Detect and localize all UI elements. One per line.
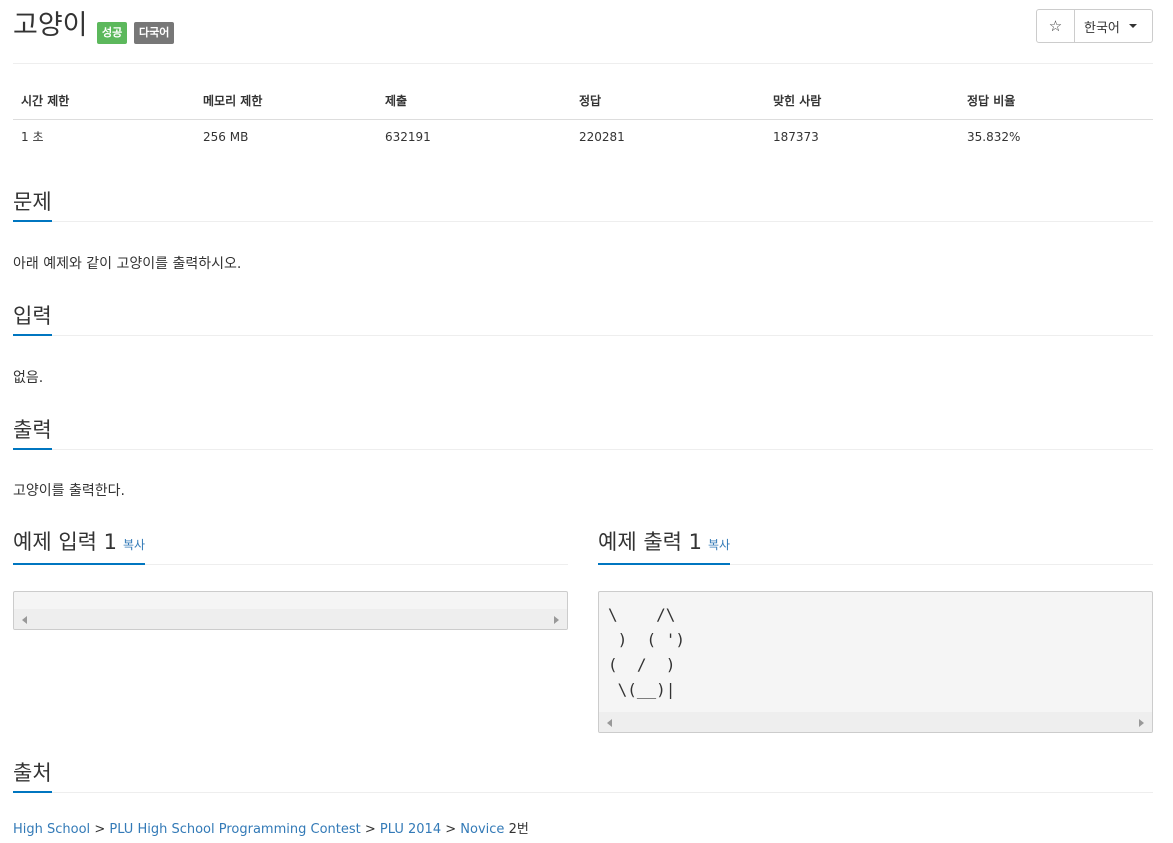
problem-header: 고양이 성공 다국어 ☆ 한국어 <box>13 0 1153 64</box>
description-headline: 문제 <box>13 184 1153 222</box>
sample-input-headline: 예제 입력 1 복사 <box>13 527 568 565</box>
accepted-value: 220281 <box>579 129 625 144</box>
scroll-right-icon[interactable] <box>554 616 559 624</box>
accept-ratio-value: 35.832% <box>967 129 1021 144</box>
sample-input-heading: 예제 입력 1 복사 <box>13 524 146 565</box>
input-text: 없음. <box>13 370 44 386</box>
copy-output-button[interactable]: 복사 <box>708 538 730 552</box>
input-heading: 입력 <box>13 298 52 336</box>
sample-input-scrollbar[interactable] <box>14 609 567 629</box>
output-headline: 출력 <box>13 412 1153 450</box>
output-heading: 출력 <box>13 412 52 450</box>
copy-input-button[interactable]: 복사 <box>123 538 145 552</box>
problem-info-table: 시간 제한 메모리 제한 제출 정답 맞힌 사람 정답 비율 1 초 256 M… <box>13 82 1153 154</box>
description-heading: 문제 <box>13 184 52 222</box>
sample-output-title: 예제 출력 1 <box>598 530 702 554</box>
solvers-value: 187373 <box>773 129 819 144</box>
output-text: 고양이를 출력한다. <box>13 483 125 499</box>
memory-limit-value: 256 MB <box>203 129 249 144</box>
scroll-right-icon[interactable] <box>1139 719 1144 727</box>
problem-page: 고양이 성공 다국어 ☆ 한국어 시간 제한 메모리 제한 제출 정답 맞힌 사… <box>13 0 1153 837</box>
source-headline: 출처 <box>13 755 1153 793</box>
header-accept-ratio: 정답 비율 <box>959 82 1153 120</box>
scroll-left-icon[interactable] <box>607 719 612 727</box>
scroll-left-icon[interactable] <box>22 616 27 624</box>
breadcrumb-separator: > <box>364 822 376 837</box>
time-limit-value: 1 초 <box>21 130 44 145</box>
source-problem-number: 2번 <box>508 822 529 837</box>
caret-down-icon <box>1128 24 1137 28</box>
sample-input-content <box>14 592 567 607</box>
success-badge: 성공 <box>97 22 128 44</box>
language-label: 한국어 <box>1084 20 1120 36</box>
sample-output-headline: 예제 출력 1 복사 <box>598 527 1153 565</box>
sample-output-box[interactable]: \ /\ ) ( ') ( / ) \(__)| <box>598 591 1153 733</box>
sample-input-title: 예제 입력 1 <box>13 530 117 554</box>
breadcrumb-separator: > <box>94 822 106 837</box>
source-link-contest[interactable]: PLU High School Programming Contest <box>109 822 360 837</box>
star-icon: ☆ <box>1048 17 1063 35</box>
source-link-division[interactable]: Novice <box>460 822 504 837</box>
info-header-row: 시간 제한 메모리 제한 제출 정답 맞힌 사람 정답 비율 <box>13 82 1153 120</box>
source-link-year[interactable]: PLU 2014 <box>380 822 441 837</box>
sample-output-scrollbar[interactable] <box>599 712 1152 732</box>
header-time-limit: 시간 제한 <box>13 82 195 120</box>
source-link-high-school[interactable]: High School <box>13 822 90 837</box>
breadcrumb-separator: > <box>445 822 457 837</box>
submissions-value: 632191 <box>385 129 431 144</box>
header-memory-limit: 메모리 제한 <box>195 82 377 120</box>
source-heading: 출처 <box>13 755 52 793</box>
sample-output-heading: 예제 출력 1 복사 <box>598 524 731 565</box>
sample-input-box[interactable] <box>13 591 568 630</box>
problem-title: 고양이 <box>13 10 88 41</box>
favorite-button[interactable]: ☆ <box>1037 10 1075 42</box>
info-value-row: 1 초 256 MB 632191 220281 187373 35.832% <box>13 119 1153 154</box>
language-dropdown[interactable]: 한국어 <box>1075 10 1152 42</box>
multilang-badge: 다국어 <box>134 22 175 44</box>
input-headline: 입력 <box>13 298 1153 336</box>
header-submissions: 제출 <box>377 82 571 120</box>
problem-toolbar: ☆ 한국어 <box>1036 9 1153 43</box>
header-accepted: 정답 <box>571 82 765 120</box>
description-text: 아래 예제와 같이 고양이를 출력하시오. <box>13 256 242 272</box>
header-solvers: 맞힌 사람 <box>765 82 959 120</box>
source-breadcrumb: High School > PLU High School Programmin… <box>13 818 529 837</box>
sample-output-content: \ /\ ) ( ') ( / ) \(__)| <box>608 605 686 699</box>
